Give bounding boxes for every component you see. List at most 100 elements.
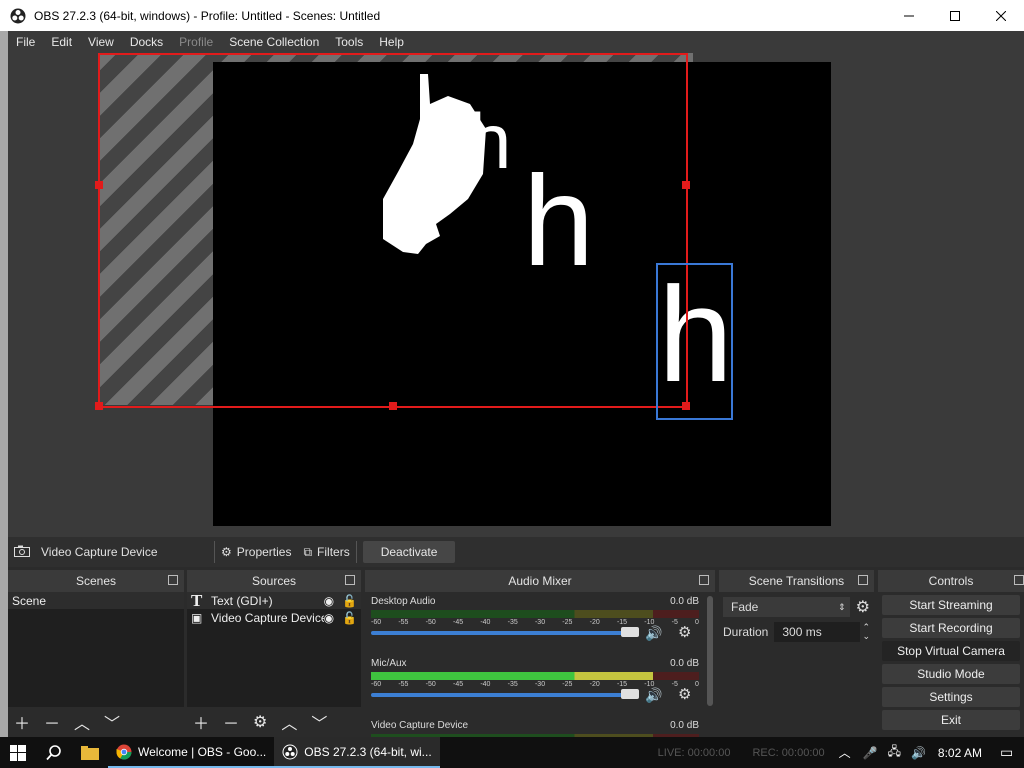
filters-button[interactable]: ⧉ Filters — [303, 545, 349, 560]
taskbar-obs-label: OBS 27.2.3 (64-bit, wi... — [304, 744, 432, 759]
speaker-icon[interactable]: 🔊 — [645, 687, 662, 704]
float-icon[interactable] — [345, 575, 355, 585]
start-recording-button[interactable]: Start Recording — [882, 618, 1020, 638]
taskbar-obs[interactable]: OBS 27.2.3 (64-bit, wi... — [274, 737, 440, 768]
menu-tools[interactable]: Tools — [327, 35, 371, 49]
mixer-title: Audio Mixer — [508, 574, 572, 588]
menu-scene-collection[interactable]: Scene Collection — [221, 35, 327, 49]
float-icon[interactable] — [1014, 575, 1024, 585]
transitions-title: Scene Transitions — [748, 574, 845, 588]
gear-icon[interactable]: ⚙ — [253, 712, 267, 732]
studio-mode-button[interactable]: Studio Mode — [882, 664, 1020, 684]
deactivate-button[interactable]: Deactivate — [362, 541, 456, 563]
track-name: Mic/Aux — [371, 658, 407, 669]
volume-slider[interactable] — [371, 693, 633, 697]
search-icon[interactable] — [36, 744, 72, 761]
source-label: Video Capture Device — [211, 610, 324, 625]
move-up-icon[interactable]: ︿ — [281, 710, 297, 734]
lock-icon[interactable]: 🔓 — [342, 611, 357, 625]
filters-label: Filters — [317, 545, 350, 559]
taskbar-chrome[interactable]: Welcome | OBS - Goo... — [108, 737, 275, 768]
spin-updown-icon[interactable]: ⌃ ⌄ — [862, 623, 870, 641]
maximize-button[interactable] — [932, 0, 978, 31]
scene-item[interactable]: Scene — [8, 592, 184, 609]
mixer-scrollbar[interactable] — [707, 596, 713, 706]
exit-button[interactable]: Exit — [882, 710, 1020, 730]
transition-select[interactable]: Fade ⇕ — [723, 597, 850, 617]
sources-title: Sources — [251, 574, 297, 588]
volume-slider-knob[interactable] — [621, 689, 639, 699]
preview-area[interactable]: h h h — [8, 53, 1024, 537]
gear-icon[interactable]: ⚙ — [678, 623, 691, 641]
menu-help[interactable]: Help — [371, 35, 412, 49]
source-item-text[interactable]: T Text (GDI+) ◉ 🔓 — [187, 591, 361, 610]
move-down-icon[interactable]: ﹀ — [104, 710, 120, 734]
microphone-icon[interactable]: 🎤 — [863, 746, 878, 760]
properties-button[interactable]: ⚙ Properties — [221, 545, 291, 559]
duration-field[interactable]: 300 ms — [774, 622, 861, 642]
menu-view[interactable]: View — [80, 35, 122, 49]
lock-icon[interactable]: 🔓 — [342, 594, 357, 608]
controls-dock: Controls Start Streaming Start Recording… — [878, 570, 1024, 737]
transitions-header: Scene Transitions — [719, 570, 874, 592]
track-name: Desktop Audio — [371, 596, 436, 607]
filters-icon: ⧉ — [303, 544, 313, 559]
transition-row: Fade ⇕ ⚙ — [723, 597, 870, 617]
menu-docks[interactable]: Docks — [122, 35, 171, 49]
resize-handle-bottom[interactable] — [389, 402, 397, 410]
chevron-up-icon[interactable]: ︿ — [839, 744, 851, 761]
taskbar-chrome-label: Welcome | OBS - Goo... — [138, 744, 267, 759]
volume-meter — [371, 610, 699, 618]
float-icon[interactable] — [858, 575, 868, 585]
eye-icon[interactable]: ◉ — [324, 611, 334, 625]
menu-edit[interactable]: Edit — [43, 35, 80, 49]
gear-icon[interactable]: ⚙ — [856, 597, 870, 617]
move-down-icon[interactable]: ﹀ — [311, 710, 327, 734]
menu-profile[interactable]: Profile — [171, 35, 221, 49]
clock[interactable]: 8:02 AM — [938, 746, 982, 760]
add-scene-icon[interactable]: ＋ — [14, 710, 30, 734]
remove-source-icon[interactable]: － — [223, 710, 239, 734]
settings-button[interactable]: Settings — [882, 687, 1020, 707]
stop-virtual-camera-button[interactable]: Stop Virtual Camera — [882, 641, 1020, 661]
source-label: Text (GDI+) — [211, 593, 273, 608]
track-level: 0.0 dB — [670, 720, 699, 731]
resize-handle-left[interactable] — [95, 181, 103, 189]
selection-box-red[interactable] — [98, 53, 688, 408]
scenes-header: Scenes — [8, 570, 184, 592]
speaker-icon[interactable]: 🔊 — [645, 625, 662, 642]
add-source-icon[interactable]: ＋ — [193, 710, 209, 734]
scenes-title: Scenes — [75, 574, 117, 588]
scenes-dock: Scenes Scene ＋ － ︿ ﹀ — [8, 570, 184, 737]
gear-icon[interactable]: ⚙ — [678, 685, 691, 703]
remove-scene-icon[interactable]: － — [44, 710, 60, 734]
controls-header: Controls — [878, 570, 1024, 592]
chevron-updown-icon: ⇕ — [838, 601, 846, 612]
minimize-button[interactable] — [886, 0, 932, 31]
sources-list: T Text (GDI+) ◉ 🔓 ▣ Video Capture Device… — [187, 591, 361, 707]
start-streaming-button[interactable]: Start Streaming — [882, 595, 1020, 615]
windows-start-icon[interactable] — [0, 744, 36, 761]
selected-source-name: Video Capture Device — [41, 545, 158, 559]
volume-icon[interactable]: 🔊 — [911, 746, 926, 760]
volume-slider[interactable] — [371, 631, 633, 635]
move-up-icon[interactable]: ︿ — [74, 710, 90, 734]
network-icon[interactable]: 🖧 — [888, 742, 901, 763]
track-level: 0.0 dB — [670, 658, 699, 669]
notifications-icon[interactable]: ▭ — [1000, 744, 1013, 761]
close-button[interactable] — [978, 0, 1024, 31]
float-icon[interactable] — [699, 575, 709, 585]
selection-box-blue[interactable] — [656, 263, 733, 420]
obs-logo-icon — [282, 744, 298, 759]
volume-slider-knob[interactable] — [621, 627, 639, 637]
menu-file[interactable]: File — [8, 35, 43, 49]
float-icon[interactable] — [168, 575, 178, 585]
eye-icon[interactable]: ◉ — [324, 594, 334, 608]
gear-icon: ⚙ — [221, 545, 232, 559]
menu-bar: File Edit View Docks Profile Scene Colle… — [8, 31, 1024, 53]
file-explorer-icon[interactable] — [72, 745, 108, 760]
resize-handle-right[interactable] — [682, 181, 690, 189]
volume-meter — [371, 672, 699, 680]
source-item-video[interactable]: ▣ Video Capture Device ◉ 🔓 — [187, 609, 361, 626]
resize-handle-bottom-left[interactable] — [95, 402, 103, 410]
